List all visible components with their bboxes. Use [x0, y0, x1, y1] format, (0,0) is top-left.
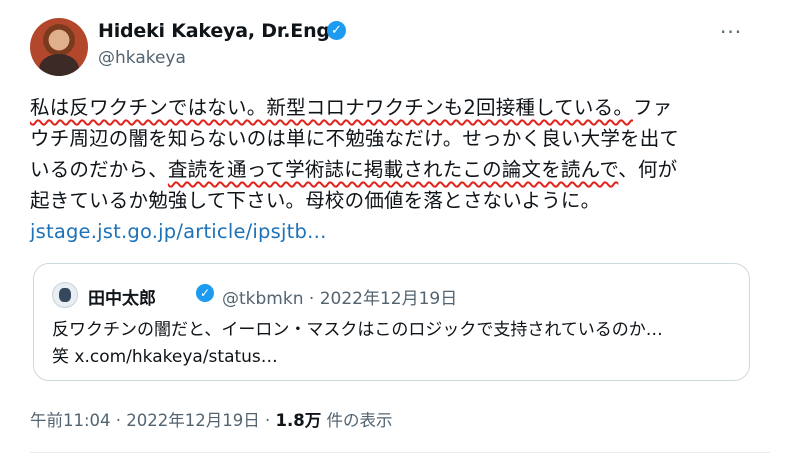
tweet-line-1: 私は反ワクチンではない。新型コロナワクチンも2回接種している。ファ	[30, 92, 770, 123]
tweet-text-span: ファ	[633, 96, 673, 119]
tweet-line-4: 起きているか勉強して下さい。母校の価値を落とさないように。	[30, 189, 601, 212]
tweet-text: 私は反ワクチンではない。新型コロナワクチンも2回接種している。ファ ウチ周辺の闇…	[30, 92, 770, 247]
quote-line-2: 笑 x.com/hkakeya/status…	[52, 347, 278, 367]
divider	[30, 452, 770, 453]
quote-handle-date: @tkbmkn · 2022年12月19日	[222, 289, 458, 309]
underlined-text: 私は反ワクチンではない。新型コロナワクチンも2回接種している。	[30, 96, 634, 119]
verified-badge-icon: ✓	[327, 21, 346, 40]
tweet-text-span: いるのだから、	[30, 158, 168, 181]
tweet-line-2: ウチ周辺の闇を知らないのは単に不勉強なだけ。せっかく良い大学を出て	[30, 127, 680, 150]
quoted-tweet-card[interactable]: 田中太郎 ✓ @tkbmkn · 2022年12月19日 反ワクチンの闇だと、イ…	[33, 263, 750, 381]
views-label: 件の表示	[321, 411, 393, 430]
tweet-meta: 午前11:04 · 2022年12月19日 · 1.8万 件の表示	[30, 407, 393, 431]
quote-line-1: 反ワクチンの闇だと、イーロン・マスクはこのロジックで支持されているのか…	[52, 320, 663, 340]
tweet-text-span: 、何が	[618, 158, 678, 181]
quote-display-name: 田中太郎	[88, 289, 156, 309]
views-count: 1.8万	[275, 411, 322, 430]
more-options-icon[interactable]: ···	[720, 20, 742, 44]
verified-badge-icon: ✓	[196, 284, 214, 302]
underlined-text: 査読を通って学術誌に掲載されたこの論文を読んで	[167, 158, 619, 181]
author-handle[interactable]: @hkakeya	[98, 48, 186, 68]
tweet-link[interactable]: jstage.jst.go.jp/article/ipsjtb…	[30, 216, 770, 247]
author-display-name[interactable]: Hideki Kakeya, Dr.Eng.	[98, 20, 337, 42]
quote-avatar	[52, 282, 78, 308]
tweet-timestamp[interactable]: 午前11:04 · 2022年12月19日 ·	[30, 411, 276, 430]
author-avatar[interactable]	[30, 18, 88, 76]
quote-text: 反ワクチンの闇だと、イーロン・マスクはこのロジックで支持されているのか… 笑 x…	[52, 317, 742, 371]
tweet-line-3: いるのだから、査読を通って学術誌に掲載されたこの論文を読んで、何が	[30, 154, 770, 185]
